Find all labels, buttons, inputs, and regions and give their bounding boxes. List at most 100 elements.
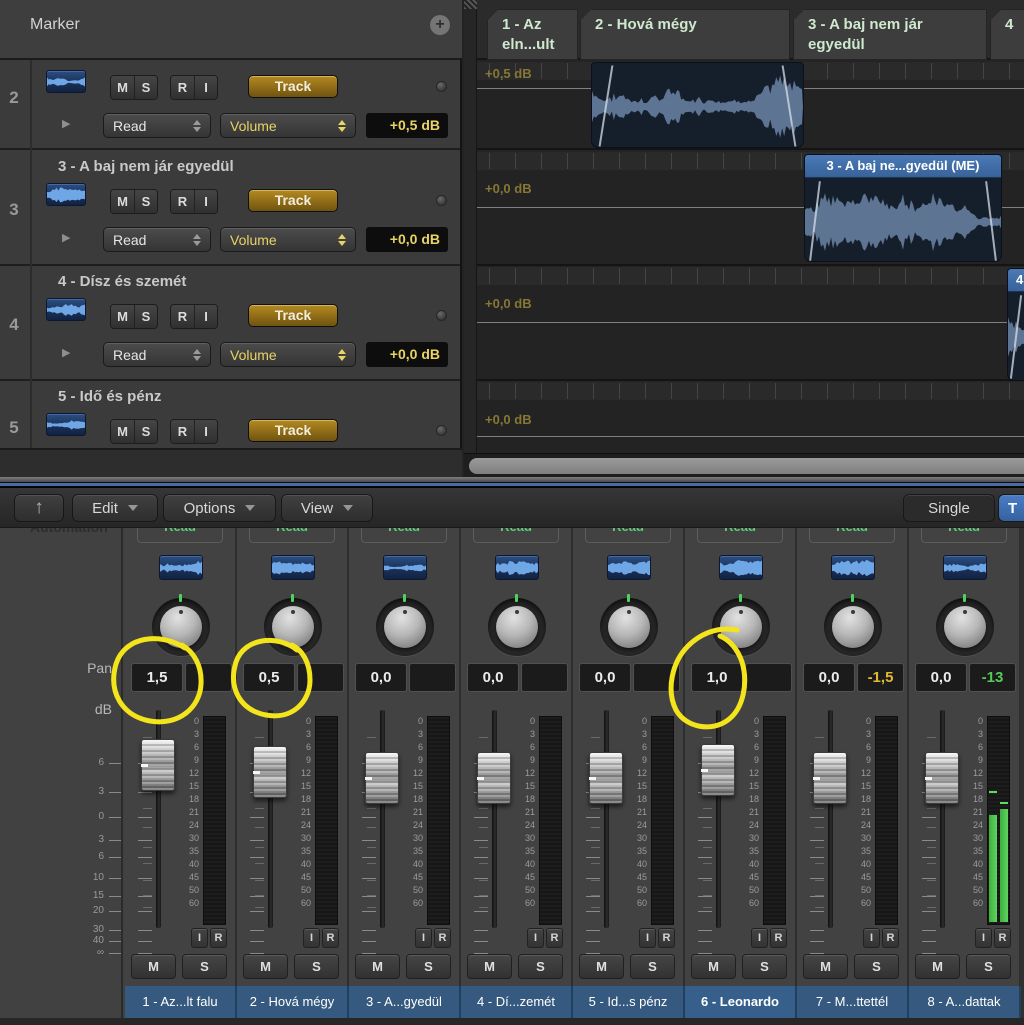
volume-db-value[interactable]: 0,0	[468, 664, 518, 691]
solo-button[interactable]: S	[134, 76, 157, 99]
automation-read-button[interactable]: Read	[473, 528, 559, 543]
record-enable-button[interactable]: R	[434, 928, 451, 948]
automation-read-button[interactable]: Read	[585, 528, 671, 543]
automation-read-button[interactable]: Read	[249, 528, 335, 543]
record-enable-button[interactable]: R	[882, 928, 899, 948]
channel-name-bar[interactable]: 3 - A...gyedül	[349, 986, 461, 1018]
record-enable-button[interactable]: R	[210, 928, 227, 948]
pan-knob-cap[interactable]	[160, 606, 202, 648]
view-menu[interactable]: View	[281, 494, 373, 522]
automation-read-button[interactable]: Read	[697, 528, 783, 543]
peak-level-value[interactable]	[410, 664, 455, 691]
record-enable-button[interactable]: R	[322, 928, 339, 948]
audio-region-3[interactable]: 3 - A baj ne...gyedül (ME)	[804, 154, 1002, 262]
pan-knob[interactable]	[600, 598, 658, 656]
track-header-3[interactable]: 3 3 - A baj nem jár egyedül M S R I Trac…	[0, 152, 460, 266]
automation-value-field[interactable]: +0,0 dB	[366, 342, 448, 367]
track-automation-target-button[interactable]: Track	[248, 189, 338, 212]
automation-mode-dropdown[interactable]: Read	[103, 342, 211, 367]
automation-line[interactable]	[477, 436, 1024, 437]
peak-level-value[interactable]	[746, 664, 791, 691]
channel-name-bar[interactable]: 4 - Dí...zemét	[461, 986, 573, 1018]
solo-button[interactable]: S	[134, 305, 157, 328]
pan-knob-cap[interactable]	[944, 606, 986, 648]
input-monitor-button[interactable]: I	[527, 928, 544, 948]
peak-level-value[interactable]	[298, 664, 343, 691]
pan-knob[interactable]	[712, 598, 770, 656]
marker-3[interactable]: 3 - A baj nem jár egyedül	[793, 9, 987, 60]
automation-read-button[interactable]: Read	[137, 528, 223, 543]
automation-read-button[interactable]: Read	[361, 528, 447, 543]
input-monitor-button[interactable]: I	[975, 928, 992, 948]
input-monitor-button[interactable]: I	[194, 420, 217, 443]
mute-button[interactable]: M	[467, 954, 512, 979]
tracks-view-tab[interactable]: T	[998, 494, 1024, 522]
track-name[interactable]: 5 - Idő és pénz	[58, 388, 161, 405]
automation-read-button[interactable]: Read	[921, 528, 1007, 543]
record-enable-button[interactable]: R	[770, 928, 787, 948]
mute-button[interactable]: M	[579, 954, 624, 979]
volume-db-value[interactable]: 1,0	[692, 664, 742, 691]
channel-name-bar[interactable]: 1 - Az...lt falu	[125, 986, 237, 1018]
window-split-divider[interactable]	[0, 477, 1024, 488]
pan-knob-cap[interactable]	[608, 606, 650, 648]
automation-line[interactable]	[477, 322, 1024, 323]
mute-button[interactable]: M	[111, 305, 134, 328]
pan-knob-cap[interactable]	[384, 606, 426, 648]
solo-button[interactable]: S	[518, 954, 563, 979]
solo-button[interactable]: S	[630, 954, 675, 979]
pan-knob[interactable]	[264, 598, 322, 656]
mute-button[interactable]: M	[111, 420, 134, 443]
solo-button[interactable]: S	[182, 954, 227, 979]
peak-level-value[interactable]	[634, 664, 679, 691]
automation-parameter-dropdown[interactable]: Volume	[220, 342, 356, 367]
record-enable-button[interactable]: R	[171, 305, 194, 328]
automation-parameter-dropdown[interactable]: Volume	[220, 113, 356, 138]
mute-button[interactable]: M	[111, 76, 134, 99]
record-enable-button[interactable]: R	[658, 928, 675, 948]
solo-button[interactable]: S	[134, 420, 157, 443]
solo-button[interactable]: S	[742, 954, 787, 979]
input-monitor-button[interactable]: I	[415, 928, 432, 948]
automation-value-field[interactable]: +0,0 dB	[366, 227, 448, 252]
record-enable-button[interactable]: R	[171, 420, 194, 443]
track-automation-target-button[interactable]: Track	[248, 304, 338, 327]
automation-read-button[interactable]: Read	[809, 528, 895, 543]
mute-button[interactable]: M	[803, 954, 848, 979]
pan-knob-cap[interactable]	[496, 606, 538, 648]
track-name[interactable]: 3 - A baj nem jár egyedül	[58, 158, 234, 175]
options-menu[interactable]: Options	[163, 494, 276, 522]
back-up-arrow-button[interactable]: ↑	[14, 494, 64, 522]
pan-knob-cap[interactable]	[272, 606, 314, 648]
volume-db-value[interactable]: 0,0	[804, 664, 854, 691]
pan-knob-cap[interactable]	[720, 606, 762, 648]
track-header-4[interactable]: 4 4 - Dísz és szemét M S R I Track ▶ Rea…	[0, 267, 460, 381]
disclosure-triangle[interactable]: ▶	[62, 346, 70, 359]
pan-knob[interactable]	[824, 598, 882, 656]
marker-1[interactable]: 1 - Az eln...ult	[487, 9, 578, 60]
channel-name-bar[interactable]: 2 - Hová mégy	[237, 986, 349, 1018]
input-monitor-button[interactable]: I	[863, 928, 880, 948]
channel-name-bar[interactable]: 6 - Leonardo	[685, 986, 797, 1018]
input-monitor-button[interactable]: I	[751, 928, 768, 948]
peak-level-value[interactable]: -13	[970, 664, 1015, 691]
track-lane-2[interactable]: +0,5 dB	[477, 62, 1024, 150]
pan-knob[interactable]	[936, 598, 994, 656]
track-lane-4[interactable]: +0,0 dB 4 -	[477, 267, 1024, 381]
horizontal-scrollbar[interactable]	[464, 453, 1024, 477]
automation-parameter-dropdown[interactable]: Volume	[220, 227, 356, 252]
volume-db-value[interactable]: 0,5	[244, 664, 294, 691]
mute-button[interactable]: M	[131, 954, 176, 979]
track-header-5[interactable]: 5 5 - Idő és pénz M S R I Track	[0, 382, 460, 448]
input-monitor-button[interactable]: I	[303, 928, 320, 948]
disclosure-triangle[interactable]: ▶	[62, 231, 70, 244]
channel-name-bar[interactable]: 8 - A...dattak	[909, 986, 1021, 1018]
track-header-2[interactable]: 2 M S R I Track ▶ Read Volume	[0, 62, 460, 150]
pan-knob-cap[interactable]	[832, 606, 874, 648]
volume-db-value[interactable]: 0,0	[916, 664, 966, 691]
mute-button[interactable]: M	[111, 190, 134, 213]
edit-menu[interactable]: Edit	[72, 494, 158, 522]
scrollbar-thumb[interactable]	[469, 458, 1024, 474]
volume-db-value[interactable]: 1,5	[132, 664, 182, 691]
audio-region-2[interactable]	[591, 62, 804, 148]
